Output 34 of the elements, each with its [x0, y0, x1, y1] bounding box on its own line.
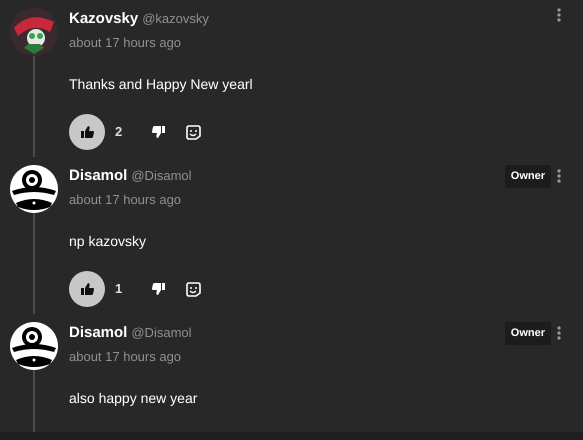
avatar-icon [10, 8, 58, 56]
more-options-icon[interactable] [557, 326, 561, 340]
like-count: 2 [115, 123, 122, 142]
comment-text: np kazovsky [69, 232, 148, 251]
author-name[interactable]: Disamol [69, 322, 128, 344]
author-handle: @Disamol [131, 324, 192, 342]
dislike-button[interactable] [150, 281, 166, 297]
comment-text: also happy new year [69, 389, 198, 408]
like-button[interactable] [69, 114, 105, 150]
more-options-icon[interactable] [557, 169, 561, 184]
comment-text: Thanks and Happy New yearl [69, 75, 254, 94]
like-count: 1 [115, 280, 122, 298]
thumbs-down-icon [152, 126, 165, 138]
avatar-icon [10, 165, 58, 213]
dislike-button[interactable] [150, 124, 166, 140]
comment-time: about 17 hours ago [69, 190, 182, 209]
author-name[interactable]: Kazovsky [69, 8, 138, 30]
smiley-icon [186, 124, 201, 140]
comment-time: about 17 hours ago [69, 34, 182, 52]
smiley-icon [186, 282, 201, 296]
reaction-button[interactable] [184, 123, 202, 141]
thumbs-down-icon [152, 283, 165, 295]
owner-badge: Owner [504, 165, 551, 188]
comment-time: about 17 hours ago [69, 348, 182, 366]
more-options-icon[interactable] [557, 8, 561, 22]
thumbs-up-icon [80, 126, 94, 138]
thumbs-up-icon [80, 283, 94, 295]
owner-badge: Owner [504, 322, 551, 344]
like-button[interactable] [69, 271, 105, 307]
author-handle: @Disamol [131, 167, 192, 185]
author-name[interactable]: Disamol [69, 165, 128, 188]
author-handle: @kazovsky [142, 10, 209, 28]
avatar-icon [10, 322, 58, 370]
reaction-button[interactable] [184, 280, 202, 298]
